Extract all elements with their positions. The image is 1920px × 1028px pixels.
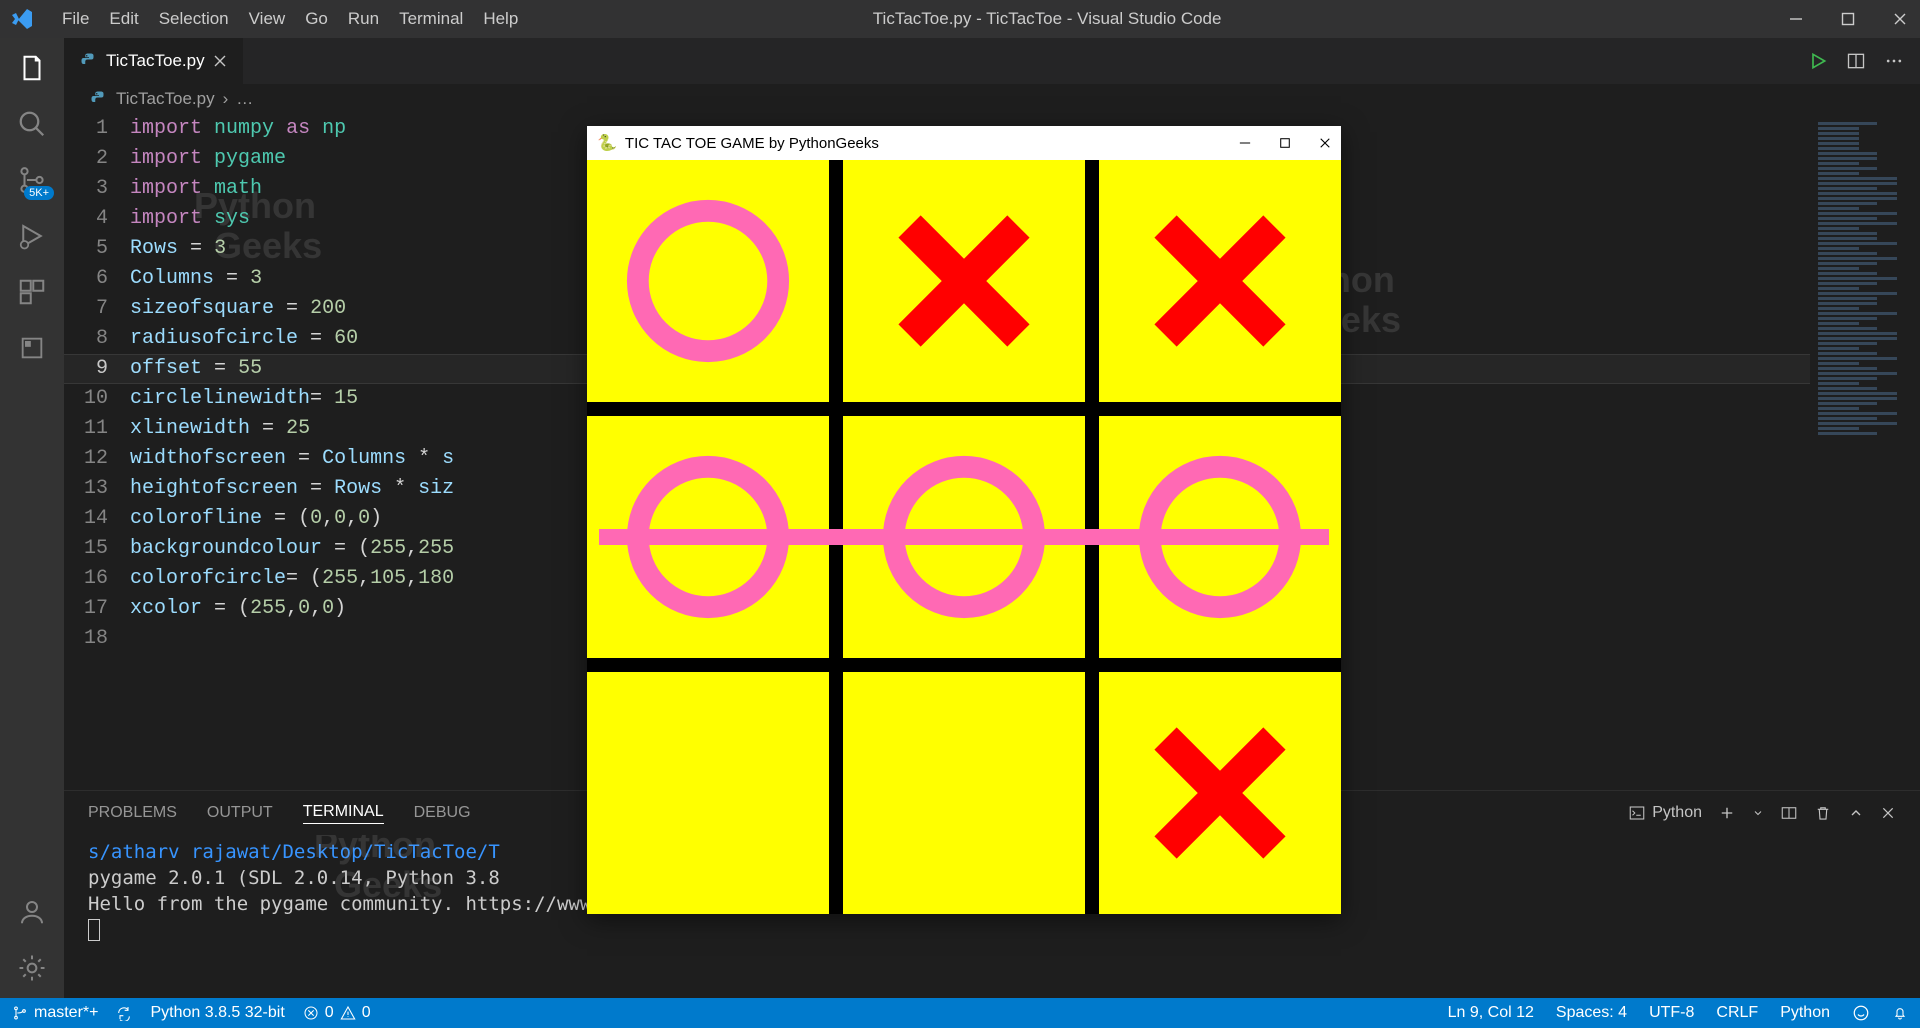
- status-lang[interactable]: Python: [1780, 1004, 1830, 1022]
- menu-edit[interactable]: Edit: [99, 0, 148, 38]
- panel-tab-output[interactable]: OUTPUT: [207, 804, 273, 822]
- win-line: [599, 529, 1329, 545]
- status-problems[interactable]: 0 0: [303, 1004, 371, 1022]
- game-title: TIC TAC TOE GAME by PythonGeeks: [625, 135, 879, 152]
- maximize-panel-icon[interactable]: [1848, 805, 1864, 821]
- window-close-icon[interactable]: [1890, 9, 1910, 29]
- window-maximize-icon[interactable]: [1838, 9, 1858, 29]
- run-file-icon[interactable]: [1808, 51, 1828, 71]
- game-board[interactable]: Python Geeks: [587, 160, 1341, 914]
- split-terminal-icon[interactable]: [1780, 804, 1798, 822]
- activity-run-icon[interactable]: [16, 220, 48, 252]
- menu-file[interactable]: File: [52, 0, 99, 38]
- status-sync-icon[interactable]: [116, 1005, 132, 1021]
- chevron-right-icon: ›: [223, 89, 229, 109]
- game-cell[interactable]: [1099, 160, 1341, 402]
- game-cell[interactable]: [1099, 672, 1341, 914]
- kill-terminal-icon[interactable]: [1814, 804, 1832, 822]
- title-bar: File Edit Selection View Go Run Terminal…: [0, 0, 1920, 38]
- game-close-icon[interactable]: [1319, 137, 1331, 149]
- python-file-icon: [80, 52, 98, 70]
- status-encoding[interactable]: UTF-8: [1649, 1004, 1694, 1022]
- status-bar: master*+ Python 3.8.5 32-bit 0 0 Ln 9, C…: [0, 998, 1920, 1028]
- pygame-icon: 🐍: [597, 133, 617, 153]
- activity-extensions-icon[interactable]: [16, 276, 48, 308]
- game-cell[interactable]: [587, 672, 829, 914]
- menu-go[interactable]: Go: [295, 0, 338, 38]
- tab-tictactoe[interactable]: TicTacToe.py: [64, 38, 244, 84]
- menu-help[interactable]: Help: [473, 0, 528, 38]
- game-maximize-icon[interactable]: [1279, 137, 1291, 149]
- game-title-bar[interactable]: 🐍 TIC TAC TOE GAME by PythonGeeks: [587, 126, 1341, 160]
- activity-scm-icon[interactable]: 5K+: [16, 164, 48, 196]
- new-terminal-icon[interactable]: [1718, 804, 1736, 822]
- breadcrumb[interactable]: TicTacToe.py › …: [64, 84, 1920, 114]
- menu-terminal[interactable]: Terminal: [389, 0, 473, 38]
- game-window: 🐍 TIC TAC TOE GAME by PythonGeeks Python…: [587, 126, 1341, 914]
- minimap[interactable]: [1810, 114, 1920, 790]
- panel-tab-problems[interactable]: PROBLEMS: [88, 804, 177, 822]
- menu-run[interactable]: Run: [338, 0, 389, 38]
- status-spaces[interactable]: Spaces: 4: [1556, 1004, 1627, 1022]
- editor-tab-bar: TicTacToe.py: [64, 38, 1920, 84]
- status-bell-icon[interactable]: [1892, 1005, 1908, 1021]
- activity-explorer-icon[interactable]: [16, 52, 48, 84]
- game-minimize-icon[interactable]: [1239, 137, 1251, 149]
- activity-search-icon[interactable]: [16, 108, 48, 140]
- game-cell[interactable]: [587, 160, 829, 402]
- panel-tab-terminal[interactable]: TERMINAL: [303, 803, 384, 824]
- window-title: TicTacToe.py - TicTacToe - Visual Studio…: [528, 9, 1786, 29]
- status-feedback-icon[interactable]: [1852, 1004, 1870, 1022]
- activity-account-icon[interactable]: [16, 896, 48, 928]
- game-cell[interactable]: [843, 160, 1085, 402]
- terminal-kind-selector[interactable]: Python: [1628, 804, 1702, 822]
- breadcrumb-file: TicTacToe.py: [116, 89, 215, 109]
- activity-settings-icon[interactable]: [16, 952, 48, 984]
- close-panel-icon[interactable]: [1880, 805, 1896, 821]
- breadcrumb-rest: …: [236, 89, 253, 109]
- tab-close-icon[interactable]: [213, 54, 227, 68]
- menu-view[interactable]: View: [239, 0, 296, 38]
- vscode-logo-icon: [10, 7, 34, 31]
- menu-selection[interactable]: Selection: [149, 0, 239, 38]
- python-file-icon: [90, 90, 108, 108]
- window-minimize-icon[interactable]: [1786, 9, 1806, 29]
- terminal-dropdown-icon[interactable]: [1752, 807, 1764, 819]
- status-branch[interactable]: master*+: [12, 1004, 98, 1022]
- line-number-gutter: 123456789101112131415161718: [64, 114, 130, 790]
- status-cursor[interactable]: Ln 9, Col 12: [1448, 1004, 1534, 1022]
- status-interpreter[interactable]: Python 3.8.5 32-bit: [150, 1004, 284, 1022]
- activity-remote-icon[interactable]: [16, 332, 48, 364]
- split-editor-icon[interactable]: [1846, 51, 1866, 71]
- status-eol[interactable]: CRLF: [1716, 1004, 1758, 1022]
- tab-label: TicTacToe.py: [106, 51, 205, 71]
- game-cell[interactable]: [843, 672, 1085, 914]
- activity-bar: 5K+: [0, 38, 64, 998]
- panel-tab-debug[interactable]: DEBUG: [414, 804, 471, 822]
- scm-badge: 5K+: [24, 186, 54, 200]
- more-actions-icon[interactable]: [1884, 51, 1904, 71]
